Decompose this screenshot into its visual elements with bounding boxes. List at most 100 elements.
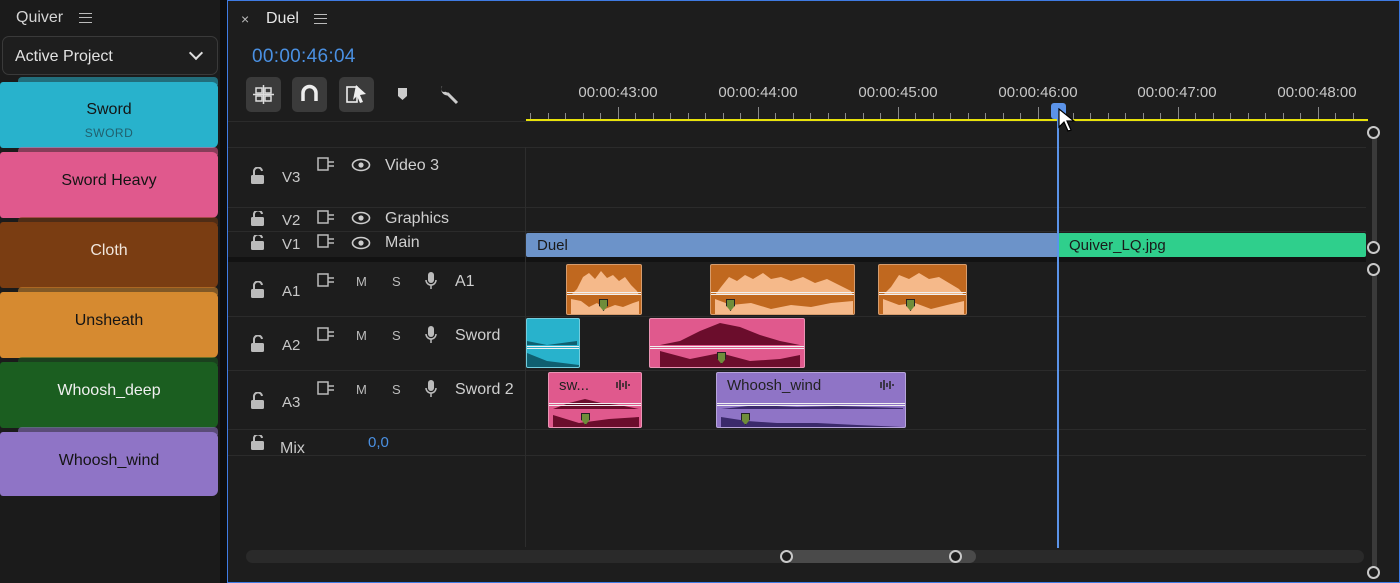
snap-button[interactable] <box>292 77 327 112</box>
close-tab-icon[interactable]: × <box>241 11 249 27</box>
mix-volume-value[interactable]: 0,0 <box>368 434 389 451</box>
mute-button[interactable]: M <box>356 274 367 289</box>
mute-button[interactable]: M <box>356 382 367 397</box>
insert-nest-button[interactable] <box>246 77 281 112</box>
vertical-scrollbar[interactable] <box>1367 126 1381 579</box>
microphone-icon[interactable] <box>424 325 438 345</box>
ruler-label: 00:00:44:00 <box>718 84 798 101</box>
video-clip-duel[interactable]: Duel <box>526 233 1058 257</box>
eye-icon[interactable] <box>351 158 371 172</box>
bin-label: Sword Heavy <box>61 172 157 189</box>
zoom-handle-right[interactable] <box>949 550 962 563</box>
track-name[interactable]: Video 3 <box>385 157 439 175</box>
eye-icon[interactable] <box>351 236 371 250</box>
lock-open-icon[interactable] <box>250 435 266 453</box>
track-header-v2[interactable]: V2 Graphics <box>228 207 526 231</box>
audio-clip[interactable] <box>710 264 855 315</box>
ruler-tick <box>1317 107 1319 119</box>
snap-magnet-icon <box>301 84 318 101</box>
lock-open-icon[interactable] <box>250 281 266 299</box>
clip-volume-line[interactable] <box>879 292 966 295</box>
bin-sword-heavy[interactable]: Sword Heavy <box>0 147 218 218</box>
chevron-down-icon <box>188 45 204 61</box>
ruler-label: 00:00:48:00 <box>1277 84 1357 101</box>
bin-cloth[interactable]: Cloth <box>0 217 218 288</box>
solo-button[interactable]: S <box>392 328 401 343</box>
playhead-timecode[interactable]: 00:00:46:04 <box>252 46 356 68</box>
audio-clip[interactable] <box>526 318 580 368</box>
ruler-tick <box>757 107 759 119</box>
zoom-handle-left[interactable] <box>780 550 793 563</box>
solo-button[interactable]: S <box>392 382 401 397</box>
scroll-handle[interactable] <box>1367 263 1380 276</box>
microphone-icon[interactable] <box>424 379 438 399</box>
time-ruler[interactable]: 00:00:43:00 00:00:44:00 00:00:45:00 00:0… <box>526 77 1368 125</box>
video-scroll-track[interactable] <box>1372 133 1377 248</box>
bin-whoosh-deep[interactable]: Whoosh_deep <box>0 357 218 428</box>
audio-clip[interactable] <box>649 318 805 368</box>
scroll-handle[interactable] <box>1367 126 1380 139</box>
audio-clip-whoosh-wind[interactable]: Whoosh_wind <box>716 372 906 428</box>
panel-menu-icon[interactable] <box>79 13 92 23</box>
sequence-menu-icon[interactable] <box>314 14 327 24</box>
timeline-settings-button[interactable] <box>431 77 466 112</box>
sync-lock-icon[interactable] <box>317 210 335 225</box>
solo-button[interactable]: S <box>392 274 401 289</box>
linked-selection-button[interactable] <box>339 77 374 112</box>
clip-volume-line[interactable] <box>527 346 579 349</box>
bin-folder-tab <box>18 357 218 365</box>
lock-open-icon[interactable] <box>250 335 266 353</box>
scroll-handle[interactable] <box>1367 566 1380 579</box>
sync-lock-icon[interactable] <box>317 273 335 288</box>
horizontal-zoom-scrollbar[interactable] <box>246 550 1364 563</box>
sequence-tab-title[interactable]: Duel <box>266 10 299 28</box>
insert-nest-icon <box>253 85 274 104</box>
eye-icon[interactable] <box>351 211 371 225</box>
clip-volume-line[interactable] <box>549 403 641 406</box>
ruler-tick <box>897 107 899 119</box>
lock-open-icon[interactable] <box>250 235 266 253</box>
bin-label: Whoosh_wind <box>58 452 160 469</box>
add-marker-button[interactable] <box>385 77 420 112</box>
bin-unsheath[interactable]: Unsheath <box>0 287 218 358</box>
sync-lock-icon[interactable] <box>317 234 335 249</box>
video-clip-quiver-lq[interactable]: Quiver_LQ.jpg <box>1058 233 1366 257</box>
mute-button[interactable]: M <box>356 328 367 343</box>
lock-open-icon[interactable] <box>250 211 266 229</box>
project-dropdown[interactable]: Active Project <box>2 36 218 75</box>
bin-whoosh-wind[interactable]: Whoosh_wind <box>0 427 218 496</box>
track-name[interactable]: Sword 2 <box>455 381 514 399</box>
track-header-a3[interactable]: A3 M S Sword 2 <box>228 370 526 429</box>
bin-folder-tab <box>18 427 218 435</box>
lock-open-icon[interactable] <box>250 392 266 410</box>
track-header-a2[interactable]: A2 M S Sword <box>228 316 526 370</box>
playhead-line[interactable] <box>1057 111 1059 548</box>
audio-scroll-track[interactable] <box>1372 267 1377 573</box>
audio-waveform <box>883 273 964 314</box>
scroll-handle[interactable] <box>1367 241 1380 254</box>
sync-lock-icon[interactable] <box>317 381 335 396</box>
sync-lock-icon[interactable] <box>317 157 335 172</box>
audio-clip[interactable] <box>878 264 967 315</box>
zoom-scroll-thumb[interactable] <box>786 550 976 563</box>
audio-waveform <box>527 341 579 367</box>
track-name[interactable]: Sword <box>455 327 500 345</box>
audio-clip[interactable] <box>566 264 642 315</box>
audio-clip-sw[interactable]: sw... <box>548 372 642 428</box>
ruler-tick <box>1037 107 1039 119</box>
track-header-a1[interactable]: A1 M S A1 <box>228 262 526 316</box>
clip-volume-line[interactable] <box>567 292 641 295</box>
bin-sword[interactable]: Sword SWORD <box>0 77 218 148</box>
track-name[interactable]: Graphics <box>385 210 449 228</box>
track-id: A1 <box>282 283 301 300</box>
lock-open-icon[interactable] <box>250 167 266 185</box>
track-header-v3[interactable]: V3 Video 3 <box>228 147 526 207</box>
sync-lock-icon[interactable] <box>317 327 335 342</box>
clip-volume-line[interactable] <box>650 346 804 349</box>
clip-volume-line[interactable] <box>717 403 905 406</box>
microphone-icon[interactable] <box>424 271 438 291</box>
clip-volume-line[interactable] <box>711 292 854 295</box>
track-name[interactable]: A1 <box>455 273 475 291</box>
track-name[interactable]: Main <box>385 234 420 252</box>
track-header-v1[interactable]: V1 Main <box>228 231 526 257</box>
